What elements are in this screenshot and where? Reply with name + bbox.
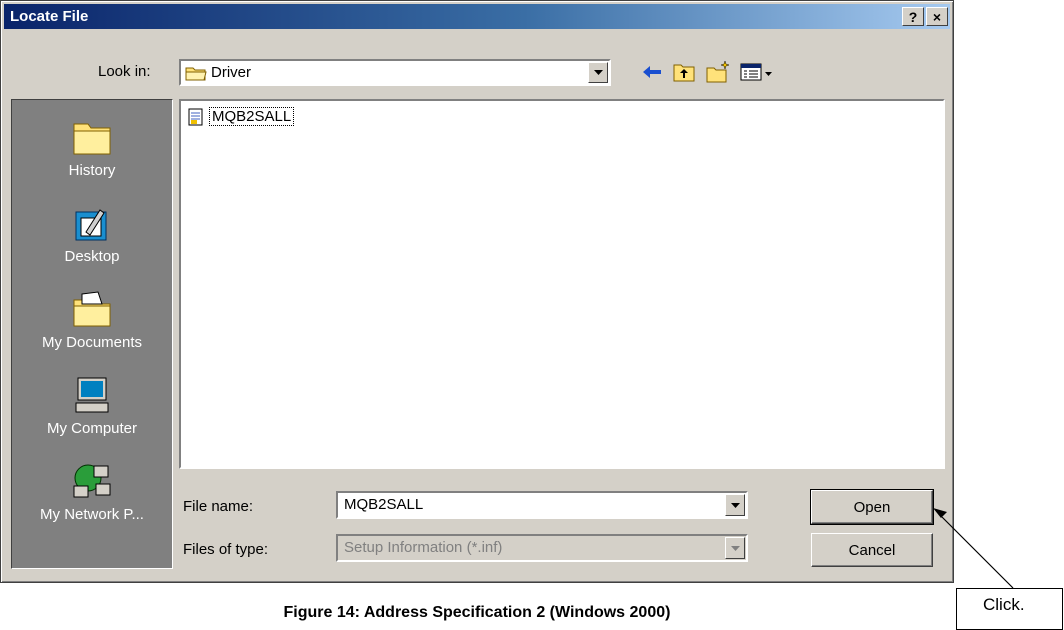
new-folder-icon[interactable] xyxy=(705,59,731,85)
place-label: My Documents xyxy=(41,334,143,351)
look-in-label: Look in: xyxy=(98,63,151,80)
place-my-network[interactable]: My Network P... xyxy=(12,462,172,523)
file-item[interactable]: MQB2SALL xyxy=(187,107,295,126)
my-documents-icon xyxy=(73,291,111,327)
history-icon xyxy=(73,123,111,155)
file-name-text: MQB2SALL xyxy=(209,107,295,126)
file-type-label: Files of type: xyxy=(183,541,269,558)
help-button[interactable]: ? xyxy=(902,7,924,26)
close-button[interactable]: × xyxy=(926,7,948,26)
place-my-documents[interactable]: My Documents xyxy=(12,290,172,351)
open-button[interactable]: Open xyxy=(810,489,934,525)
file-name-label: File name: xyxy=(183,498,254,515)
locate-file-dialog: Locate File ? × Look in: Driver History … xyxy=(0,0,954,583)
file-name-dropdown-button[interactable] xyxy=(725,494,745,516)
folder-icon xyxy=(185,67,207,81)
view-menu-icon[interactable] xyxy=(739,59,775,85)
places-bar: History Desktop My Documents My Computer… xyxy=(11,99,173,569)
callout-box: Click. xyxy=(956,588,1063,630)
look-in-dropdown-button[interactable] xyxy=(588,62,608,83)
place-history[interactable]: History xyxy=(12,118,172,179)
back-arrow-icon[interactable] xyxy=(639,59,665,85)
place-desktop[interactable]: Desktop xyxy=(12,204,172,265)
inf-file-icon xyxy=(188,108,203,125)
chevron-down-icon xyxy=(593,70,603,75)
file-list[interactable]: MQB2SALL xyxy=(179,99,945,469)
place-my-computer[interactable]: My Computer xyxy=(12,376,172,437)
chevron-down-icon xyxy=(730,545,740,551)
desktop-icon xyxy=(75,209,107,241)
up-folder-icon[interactable] xyxy=(671,59,697,85)
look-in-combo[interactable]: Driver xyxy=(179,59,611,86)
cancel-button[interactable]: Cancel xyxy=(811,533,933,567)
file-type-select[interactable]: Setup Information (*.inf) xyxy=(336,534,748,562)
place-label: Desktop xyxy=(64,248,120,265)
my-computer-icon xyxy=(75,377,109,413)
window-title: Locate File xyxy=(10,8,89,25)
place-label: History xyxy=(68,162,116,179)
figure-caption: Figure 14: Address Specification 2 (Wind… xyxy=(283,604,671,621)
place-label: My Computer xyxy=(46,420,138,437)
network-icon xyxy=(73,464,111,498)
file-name-input[interactable]: MQB2SALL xyxy=(336,491,748,519)
file-type-dropdown-button[interactable] xyxy=(725,537,745,559)
place-label: My Network P... xyxy=(40,506,144,523)
look-in-value: Driver xyxy=(211,64,251,81)
chevron-down-icon xyxy=(730,502,740,508)
title-bar[interactable]: Locate File ? × xyxy=(4,4,950,29)
